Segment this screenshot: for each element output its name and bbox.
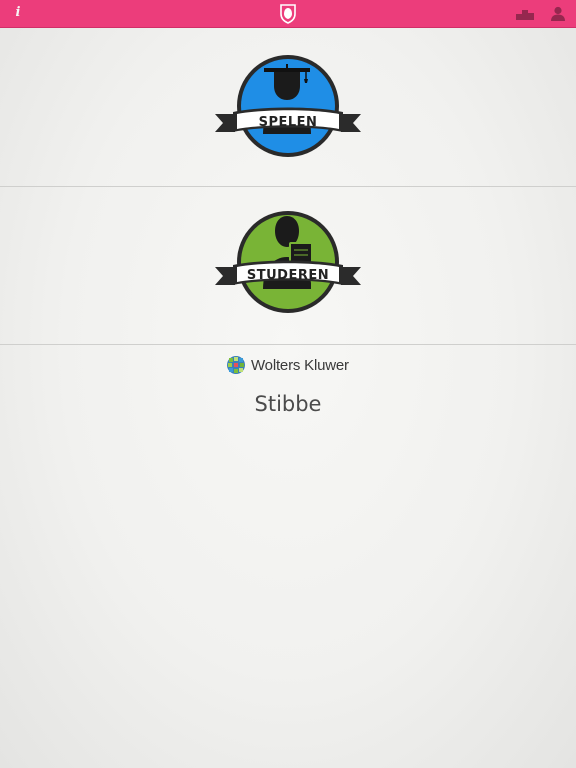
study-mode-section[interactable]: STUDEREN (0, 187, 576, 343)
section-divider (0, 344, 576, 345)
study-label: STUDEREN (247, 268, 329, 283)
publisher-logo: Wolters Kluwer (226, 355, 356, 377)
info-button[interactable]: i (11, 4, 25, 22)
wolters-kluwer-globe-icon (227, 356, 245, 374)
imprint-name: Stibbe (254, 392, 322, 416)
shield-logo-icon (280, 4, 296, 24)
play-label: SPELEN (259, 115, 318, 130)
play-badge[interactable]: SPELEN (211, 28, 365, 184)
info-icon: i (15, 5, 21, 20)
study-badge[interactable]: STUDEREN (211, 187, 365, 343)
top-navigation-bar: i (0, 0, 576, 28)
person-icon[interactable] (550, 6, 566, 21)
podium-icon[interactable] (516, 8, 534, 20)
play-mode-section[interactable]: SPELEN (0, 28, 576, 184)
publisher-name: Wolters Kluwer (251, 357, 349, 374)
